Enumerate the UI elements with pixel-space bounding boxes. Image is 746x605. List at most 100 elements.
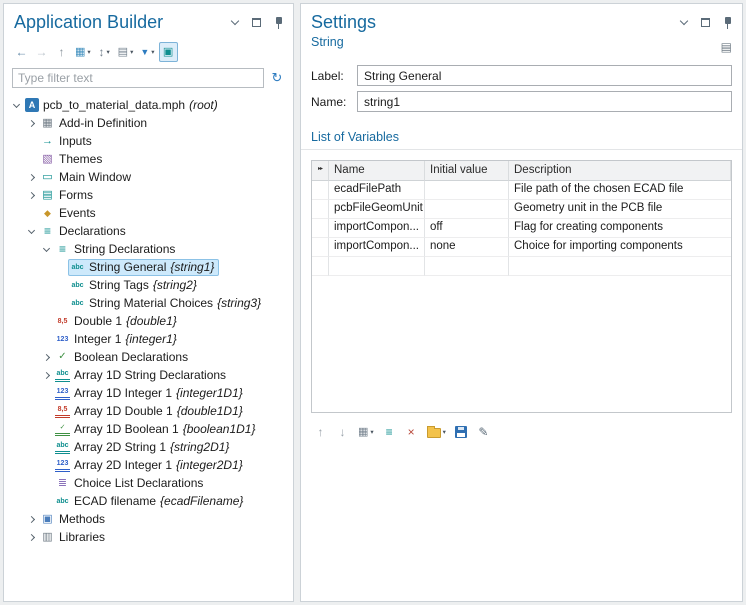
chevron-down-icon[interactable] <box>228 16 241 29</box>
load-file-icon[interactable]: ▾ <box>424 422 449 442</box>
move-up-icon[interactable]: ↑ <box>311 422 330 442</box>
variable-row[interactable]: importCompon...offFlag for creating comp… <box>312 219 731 238</box>
tree-item-choice-list-declarations[interactable]: ≣Choice List Declarations <box>6 474 293 492</box>
cell-name[interactable]: pcbFileGeomUnit <box>329 200 425 219</box>
tree-item-string-declarations[interactable]: ≡String Declarations <box>6 240 293 258</box>
tree-item-ecad-filename[interactable]: abcECAD filename{ecadFilename} <box>6 492 293 510</box>
pin-icon[interactable] <box>272 16 285 29</box>
chevron-expanded-icon[interactable] <box>24 230 38 233</box>
app-icon: A <box>25 98 39 112</box>
tree-item-array-1d-double-1[interactable]: 8,5Array 1D Double 1{double1D1} <box>6 402 293 420</box>
tree-item-methods[interactable]: ▣Methods <box>6 510 293 528</box>
cell-name[interactable]: importCompon... <box>329 238 425 257</box>
tree-item-inputs[interactable]: →Inputs <box>6 132 293 150</box>
tree-item-content: ✓Boolean Declarations <box>53 349 193 366</box>
tree-item-string-material-choices[interactable]: abcString Material Choices{string3} <box>6 294 293 312</box>
cell-marker[interactable] <box>312 238 329 257</box>
cell-marker[interactable] <box>312 257 329 276</box>
model-builder-toggle-icon[interactable]: ▣ <box>159 42 178 62</box>
chevron-expanded-icon[interactable] <box>9 104 23 107</box>
cell-initial-value[interactable] <box>425 181 509 200</box>
tree-item-double-1[interactable]: 8,5Double 1{double1} <box>6 312 293 330</box>
tree-item-themes[interactable]: ▧Themes <box>6 150 293 168</box>
cell-name[interactable] <box>329 257 425 276</box>
chevron-collapsed-icon[interactable] <box>24 517 38 522</box>
label-input[interactable] <box>357 65 732 86</box>
tree-item-array-2d-string-1[interactable]: abcArray 2D String 1{string2D1} <box>6 438 293 456</box>
move-menu-icon[interactable]: ↕▾ <box>95 42 114 62</box>
tree-item-declarations[interactable]: ≡Declarations <box>6 222 293 240</box>
edit-icon[interactable]: ✎ <box>474 422 493 442</box>
cell-name[interactable]: ecadFilePath <box>329 181 425 200</box>
filter-input[interactable] <box>12 68 264 88</box>
table-menu-icon[interactable]: ▦▾ <box>355 422 377 442</box>
chevron-collapsed-icon[interactable] <box>39 373 53 378</box>
cell-description[interactable]: Flag for creating components <box>509 219 731 238</box>
add-row-icon[interactable]: ≡ <box>380 422 399 442</box>
cell-marker[interactable] <box>312 200 329 219</box>
application-builder-panel: Application Builder ←→↑▦▾↕▾▤▾▼▾▣ ↻ Apcb_… <box>3 3 294 602</box>
cell-description[interactable]: Choice for importing components <box>509 238 731 257</box>
tree-item-events[interactable]: ◆Events <box>6 204 293 222</box>
tree-item-forms[interactable]: ▤Forms <box>6 186 293 204</box>
cell-initial-value[interactable]: none <box>425 238 509 257</box>
tree-item-main-window[interactable]: ▭Main Window <box>6 168 293 186</box>
tree-item-pcb-to-material-data-mph[interactable]: Apcb_to_material_data.mph(root) <box>6 96 293 114</box>
float-icon[interactable] <box>250 16 263 29</box>
more-options-icon[interactable]: ▤ <box>721 40 732 54</box>
tree-item-string-general[interactable]: abcString General{string1} <box>6 258 293 276</box>
cell-description[interactable] <box>509 257 731 276</box>
tree-item-integer-1[interactable]: 123Integer 1{integer1} <box>6 330 293 348</box>
chevron-collapsed-icon[interactable] <box>24 535 38 540</box>
float-icon[interactable] <box>699 16 712 29</box>
chevron-down-icon[interactable] <box>677 16 690 29</box>
tree-item-add-in-definition[interactable]: ▦Add-in Definition <box>6 114 293 132</box>
cell-description[interactable]: Geometry unit in the PCB file <box>509 200 731 219</box>
save-file-icon[interactable] <box>452 422 471 442</box>
variable-row[interactable]: pcbFileGeomUnit Geometry unit in the PCB … <box>312 200 731 219</box>
tree-item-label: Array 1D Integer 1 <box>74 386 172 400</box>
tree-item-label: Array 2D Integer 1 <box>74 458 172 472</box>
tree-item-array-2d-integer-1[interactable]: 123Array 2D Integer 1{integer2D1} <box>6 456 293 474</box>
dropdown-caret: ▾ <box>87 48 90 56</box>
new-node-menu-icon[interactable]: ▦▾ <box>72 42 94 62</box>
cell-initial-value[interactable] <box>425 257 509 276</box>
tree-item-label: Array 2D String 1 <box>74 440 166 454</box>
variable-row[interactable]: ecadFilePath File path of the chosen ECAD… <box>312 181 731 200</box>
cell-initial-value[interactable] <box>425 200 509 219</box>
pin-icon[interactable] <box>721 16 734 29</box>
cell-marker[interactable] <box>312 219 329 238</box>
cell-marker[interactable] <box>312 181 329 200</box>
tree-item-array-1d-string-declarations[interactable]: abcArray 1D String Declarations <box>6 366 293 384</box>
chevron-collapsed-icon[interactable] <box>24 175 38 180</box>
filter-menu-icon[interactable]: ▼▾ <box>137 42 157 62</box>
chevron-collapsed-icon[interactable] <box>24 193 38 198</box>
chevron-expanded-icon[interactable] <box>39 248 53 251</box>
cell-name[interactable]: importCompon... <box>329 219 425 238</box>
refresh-icon[interactable]: ↻ <box>269 70 285 86</box>
clear-table-icon[interactable]: × <box>402 422 421 442</box>
view-menu-icon[interactable]: ▤▾ <box>115 42 137 62</box>
tree-item-boolean-declarations[interactable]: ✓Boolean Declarations <box>6 348 293 366</box>
tree-item-tag: {boolean1D1} <box>183 422 256 436</box>
variable-row[interactable] <box>312 257 731 276</box>
up-icon[interactable]: ↑ <box>52 42 71 62</box>
chevron-collapsed-icon[interactable] <box>39 355 53 360</box>
tree-item-array-1d-boolean-1[interactable]: ✓Array 1D Boolean 1{boolean1D1} <box>6 420 293 438</box>
tree-item-tag: {string2} <box>153 278 197 292</box>
move-down-icon[interactable]: ↓ <box>333 422 352 442</box>
methods-icon: ▣ <box>40 512 55 527</box>
tree-item-string-tags[interactable]: abcString Tags{string2} <box>6 276 293 294</box>
name-input[interactable] <box>357 91 732 112</box>
cell-description[interactable]: File path of the chosen ECAD file <box>509 181 731 200</box>
tree-item-label: Integer 1 <box>74 332 121 346</box>
tree-item-label: Array 1D String Declarations <box>74 368 226 382</box>
forward-icon[interactable]: → <box>32 42 51 62</box>
variable-row[interactable]: importCompon...noneChoice for importing … <box>312 238 731 257</box>
cell-initial-value[interactable]: off <box>425 219 509 238</box>
application-builder-header: Application Builder <box>4 4 293 36</box>
tree-item-libraries[interactable]: ▥Libraries <box>6 528 293 546</box>
chevron-collapsed-icon[interactable] <box>24 121 38 126</box>
tree-item-array-1d-integer-1[interactable]: 123Array 1D Integer 1{integer1D1} <box>6 384 293 402</box>
back-icon[interactable]: ← <box>12 42 31 62</box>
